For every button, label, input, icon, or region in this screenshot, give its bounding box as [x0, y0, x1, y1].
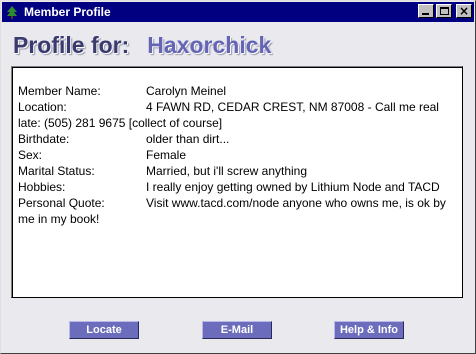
maximize-icon	[440, 7, 449, 15]
minimize-button[interactable]	[418, 4, 434, 18]
profile-value: Carolyn Meinel	[146, 84, 227, 98]
email-button[interactable]: E-Mail	[202, 321, 272, 339]
profile-details: Member Name: Carolyn Meinel Location: 4 FA…	[18, 83, 454, 227]
profile-label: Location:	[18, 100, 67, 114]
profile-row-birthdate: Birthdate: older than dirt...	[18, 131, 454, 147]
minimize-icon	[422, 13, 429, 15]
tree-icon	[5, 5, 19, 19]
profile-value: Female	[146, 148, 187, 162]
profile-value: older than dirt...	[146, 132, 230, 146]
profile-row-sex: Sex: Female	[18, 147, 454, 163]
window-title: Member Profile	[24, 5, 111, 19]
action-buttons: Locate E-Mail Help & Info	[1, 321, 475, 341]
profile-panel: Member Name: Carolyn Meinel Location: 4 FA…	[11, 66, 463, 298]
profile-label: Member Name:	[18, 84, 101, 98]
profile-label: Birthdate:	[18, 132, 70, 146]
profile-header: Profile for: Haxorchick	[13, 32, 271, 59]
profile-row-marital-status: Marital Status: Married, but i'll screw a…	[18, 163, 454, 179]
window-controls: ×	[418, 4, 472, 18]
locate-button[interactable]: Locate	[69, 321, 139, 339]
profile-row-member-name: Member Name: Carolyn Meinel	[18, 83, 454, 99]
profile-label: Hobbies:	[18, 180, 66, 194]
help-info-button[interactable]: Help & Info	[334, 321, 404, 339]
profile-value: I really enjoy getting owned by Lithium …	[146, 180, 440, 194]
screen-name: Haxorchick	[147, 32, 272, 58]
member-profile-window: Member Profile × Profile for: Haxorchick…	[0, 0, 476, 354]
profile-label: Sex:	[18, 148, 43, 162]
profile-label: Personal Quote:	[18, 196, 105, 210]
maximize-button[interactable]	[436, 4, 452, 18]
profile-row-personal-quote: Personal Quote: Visit www.tacd.com/node a…	[18, 195, 454, 227]
close-icon: ×	[458, 4, 470, 18]
close-button[interactable]: ×	[456, 4, 472, 18]
profile-for-label: Profile for:	[13, 32, 130, 58]
profile-value: Married, but i'll screw anything	[146, 164, 308, 178]
title-bar[interactable]: Member Profile ×	[2, 2, 474, 22]
profile-row-hobbies: Hobbies: I really enjoy getting owned by …	[18, 179, 454, 195]
profile-label: Marital Status:	[18, 164, 95, 178]
profile-row-location: Location: 4 FAWN RD, CEDAR CREST, NM 8700…	[18, 99, 454, 131]
